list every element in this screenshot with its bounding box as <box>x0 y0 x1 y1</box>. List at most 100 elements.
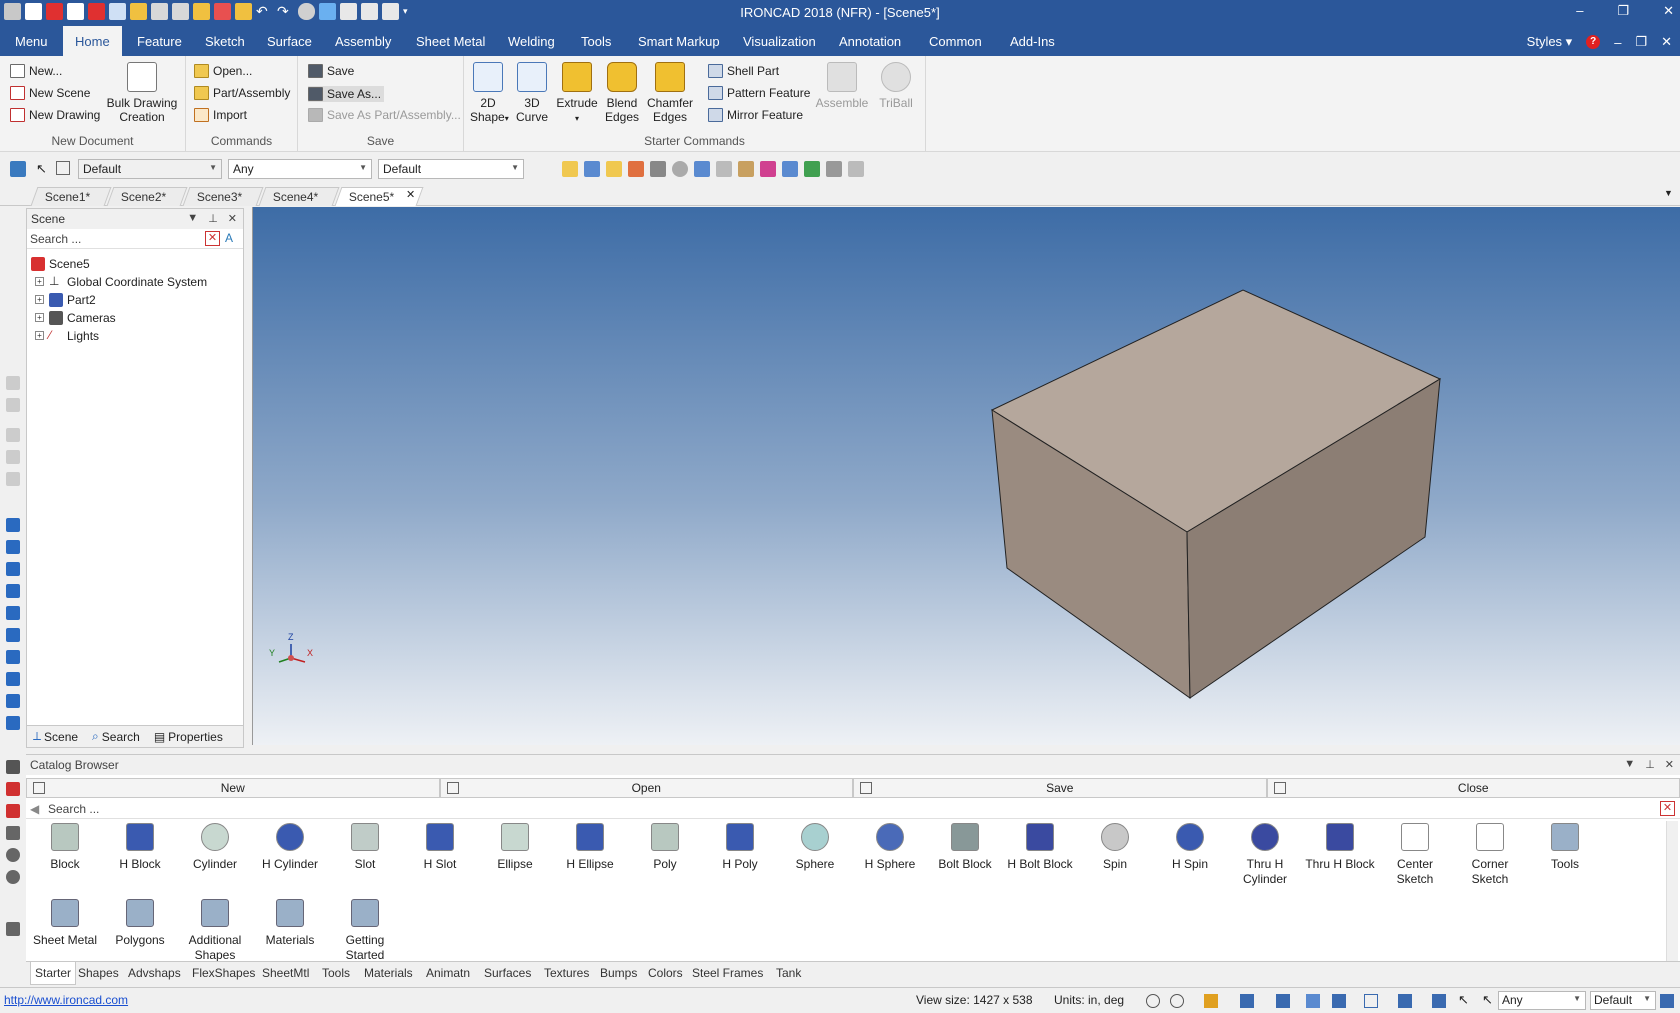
back-arrow-icon[interactable]: ◀ <box>30 802 39 816</box>
catalog-folder-polygons[interactable]: Polygons <box>105 899 175 948</box>
catalog-item-thru-h-block[interactable]: Thru H Block <box>1305 823 1375 872</box>
expand-icon[interactable]: + <box>35 277 44 286</box>
catalog-item-h-spin[interactable]: H Spin <box>1155 823 1225 872</box>
clear-search-icon[interactable]: ✕ <box>205 231 220 246</box>
strip-tool-icon[interactable] <box>6 472 20 486</box>
ribbon-close-icon[interactable]: ✕ <box>1661 34 1672 50</box>
pick-parts-icon[interactable] <box>10 161 26 177</box>
open-button[interactable]: Open... <box>194 64 252 78</box>
filter-combo[interactable]: Any ▼ <box>228 159 372 179</box>
material-combo[interactable]: Default ▼ <box>378 159 524 179</box>
tab-tools[interactable]: Tools <box>581 34 611 49</box>
catalog-item-spin[interactable]: Spin <box>1080 823 1150 872</box>
layer-icon[interactable] <box>782 161 798 177</box>
scene-canvas[interactable]: Z X Y <box>253 207 1680 745</box>
view-bottom-icon[interactable] <box>6 628 20 642</box>
open-catalog-icon[interactable] <box>562 161 578 177</box>
catalog-item-h-cylinder[interactable]: H Cylinder <box>255 823 325 872</box>
catalog-item-slot[interactable]: Slot <box>330 823 400 872</box>
view-left-icon[interactable] <box>6 562 20 576</box>
export-icon[interactable] <box>826 161 842 177</box>
scene-search-input[interactable]: Search ... ✕ A <box>27 229 243 249</box>
catalog-tab-steel-frames[interactable]: Steel Frames <box>692 966 763 980</box>
section-view-icon[interactable] <box>1364 994 1378 1008</box>
tab-surface[interactable]: Surface <box>267 34 312 49</box>
catalog-folder-sheet-metal[interactable]: Sheet Metal <box>30 899 100 948</box>
3d-viewport[interactable]: Z X Y <box>252 207 1680 745</box>
catalog-folder-additional-shapes[interactable]: Additional Shapes <box>180 899 250 963</box>
assemble-button[interactable]: Assemble <box>814 62 870 110</box>
catalog-item-block[interactable]: Block <box>30 823 100 872</box>
catalog-folder-getting-started[interactable]: Getting Started <box>330 899 400 963</box>
import-button[interactable]: Import <box>194 108 247 122</box>
catalog-close-button[interactable]: Close <box>1266 778 1680 798</box>
restore-button[interactable]: ❐ <box>1617 3 1629 19</box>
folder-icon[interactable] <box>606 161 622 177</box>
orbit-icon[interactable] <box>6 870 20 884</box>
tree-item-lights[interactable]: + ⁄ Lights <box>27 327 243 345</box>
catalog-tab-shapes[interactable]: Shapes <box>78 966 119 980</box>
angle-icon[interactable] <box>6 826 20 840</box>
catalog-open-button[interactable]: Open <box>439 778 853 798</box>
tab-home[interactable]: Home <box>63 26 122 56</box>
new-scene-button[interactable]: New Scene <box>10 86 90 100</box>
tab-menu[interactable]: Menu <box>15 34 48 49</box>
catalog-item-ellipse[interactable]: Ellipse <box>480 823 550 872</box>
dimension-icon[interactable] <box>6 804 20 818</box>
render-mode-icon[interactable] <box>1276 994 1290 1008</box>
new-button[interactable]: New... <box>10 64 62 78</box>
gear-icon[interactable] <box>672 161 688 177</box>
catalog-tab-materials[interactable]: Materials <box>364 966 413 980</box>
catalog-tab-tank[interactable]: Tank <box>776 966 801 980</box>
view-top-icon[interactable] <box>6 606 20 620</box>
tab-feature[interactable]: Feature <box>137 34 182 49</box>
catalog-tab-surfaces[interactable]: Surfaces <box>484 966 531 980</box>
catalog-item-tools[interactable]: Tools <box>1530 823 1600 872</box>
save-as-part-button[interactable]: Save As Part/Assembly... <box>308 108 461 122</box>
strip-tool-icon[interactable] <box>6 450 20 464</box>
rotate-icon[interactable] <box>6 848 20 862</box>
catalog-item-sphere[interactable]: Sphere <box>780 823 850 872</box>
3d-curve-button[interactable]: 3D Curve <box>514 62 550 124</box>
pattern-feature-button[interactable]: Pattern Feature <box>708 86 810 100</box>
measure-icon[interactable] <box>6 760 20 774</box>
fit-view-icon[interactable] <box>1204 994 1218 1008</box>
tabs-dropdown-icon[interactable]: ▼ <box>1664 188 1673 198</box>
catalog-tab-advshaps[interactable]: Advshaps <box>128 966 181 980</box>
panel-close-icon[interactable]: ✕ <box>228 212 237 225</box>
import-part-icon[interactable] <box>628 161 644 177</box>
catalog-new-button[interactable]: New <box>26 778 440 798</box>
color-icon[interactable] <box>760 161 776 177</box>
ribbon-restore-icon[interactable]: ❐ <box>1635 34 1647 50</box>
chamfer-edges-button[interactable]: Chamfer Edges <box>646 62 694 124</box>
view-cube-icon[interactable] <box>1240 994 1254 1008</box>
catalog-item-h-bolt-block[interactable]: H Bolt Block <box>1005 823 1075 872</box>
catalog-item-poly[interactable]: Poly <box>630 823 700 872</box>
styles-dropdown[interactable]: Styles ▾ <box>1527 34 1573 50</box>
tab-smart-markup[interactable]: Smart Markup <box>638 34 720 49</box>
zoom-box-icon[interactable] <box>1170 994 1184 1008</box>
expand-icon[interactable]: + <box>35 331 44 340</box>
panel-dropdown-icon[interactable]: ▼ <box>187 212 198 225</box>
clear-catalog-search-icon[interactable]: ✕ <box>1660 801 1675 816</box>
strip-tool-icon[interactable] <box>6 398 20 412</box>
part-assembly-button[interactable]: Part/Assembly <box>194 86 290 100</box>
save-catalog-icon[interactable] <box>584 161 600 177</box>
save-as-button[interactable]: Save As... <box>308 86 385 102</box>
status-settings-icon[interactable] <box>1660 994 1674 1008</box>
catalog-tab-bumps[interactable]: Bumps <box>600 966 637 980</box>
style-combo[interactable]: Default ▼ <box>78 159 222 179</box>
catalog-dropdown-icon[interactable]: ▼ <box>1624 758 1635 771</box>
catalog-tab-tools[interactable]: Tools <box>322 966 350 980</box>
image-icon[interactable] <box>804 161 820 177</box>
triball-button[interactable]: TriBall <box>874 62 918 110</box>
ruler-icon[interactable] <box>6 922 20 936</box>
select-arrow-icon[interactable]: ↖ <box>1458 992 1469 1008</box>
view-normal-icon[interactable] <box>6 716 20 730</box>
catalog-item-h-sphere[interactable]: H Sphere <box>855 823 925 872</box>
catalog-item-h-poly[interactable]: H Poly <box>705 823 775 872</box>
tab-scene4[interactable]: Scene4* <box>258 187 340 206</box>
catalog-scrollbar[interactable] <box>1666 821 1678 961</box>
tab-sheet-metal[interactable]: Sheet Metal <box>416 34 485 49</box>
help-icon[interactable]: ? <box>1586 35 1601 49</box>
